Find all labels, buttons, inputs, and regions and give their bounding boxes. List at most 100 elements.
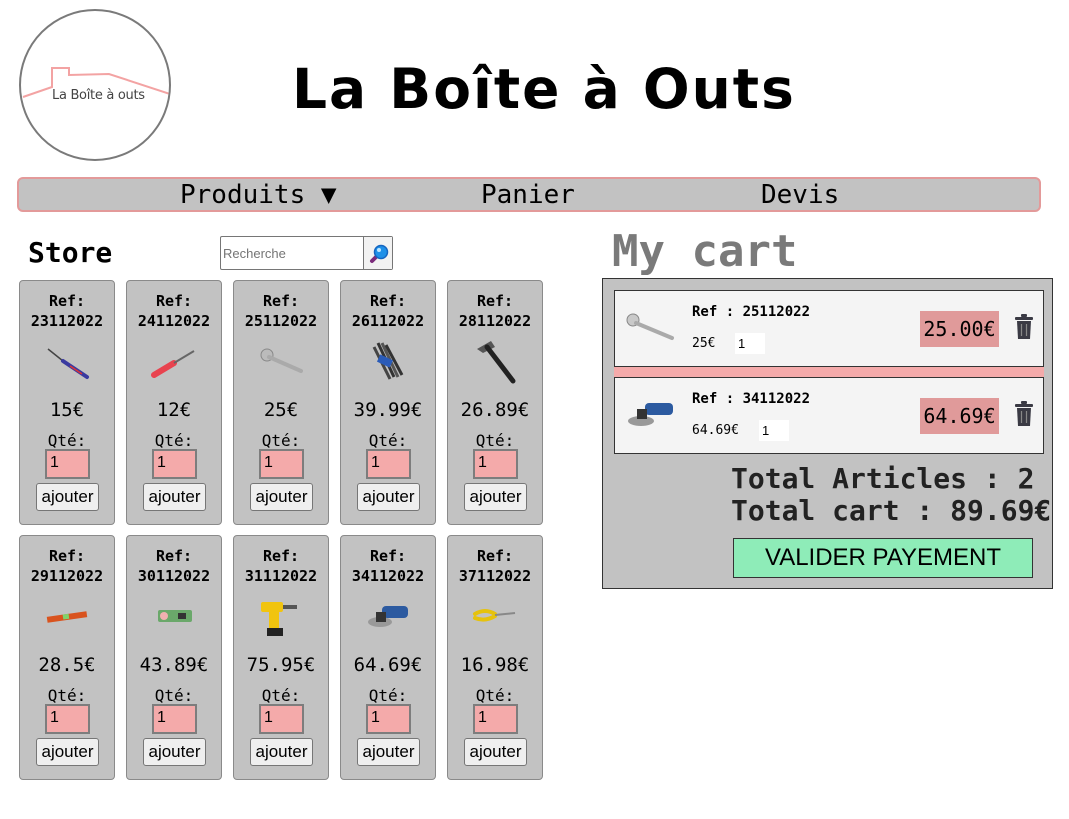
product-card: Ref: 28112022 26.89€ Qté: 1 ajouter bbox=[447, 280, 543, 525]
product-ref: 37112022 bbox=[458, 567, 532, 585]
house-roof-icon bbox=[22, 67, 169, 98]
product-ref: 34112022 bbox=[351, 567, 425, 585]
total-cart: Total cart : 89.69€ bbox=[731, 494, 1052, 527]
product-card: Ref: 37112022 16.98€ Qté: 1 ajouter bbox=[447, 535, 543, 780]
cart-item-separator bbox=[614, 367, 1044, 377]
product-card: Ref: 25112022 25€ Qté: 1 ajouter bbox=[233, 280, 329, 525]
product-ref-label: Ref: bbox=[476, 547, 514, 565]
product-price: 39.99€ bbox=[353, 399, 423, 421]
product-ref: 25112022 bbox=[244, 312, 318, 330]
product-ref: 31112022 bbox=[244, 567, 318, 585]
validate-payment-button[interactable]: VALIDER PAYEMENT bbox=[733, 538, 1033, 578]
product-price: 12€ bbox=[156, 399, 192, 421]
qty-label: Qté: bbox=[475, 431, 515, 450]
total-articles: Total Articles : 2 bbox=[731, 462, 1035, 495]
qty-label: Qté: bbox=[47, 431, 87, 450]
site-title: La Boîte à Outs bbox=[292, 57, 796, 121]
store-title: Store bbox=[28, 236, 113, 269]
product-ref: 30112022 bbox=[137, 567, 211, 585]
qty-input[interactable]: 1 bbox=[259, 704, 304, 734]
cart-title: My cart bbox=[612, 226, 798, 277]
circuit-tester-icon bbox=[158, 610, 192, 622]
search-input[interactable] bbox=[221, 237, 363, 269]
product-price: 43.89€ bbox=[139, 654, 209, 676]
add-to-cart-button[interactable]: ajouter bbox=[143, 483, 206, 511]
product-ref-label: Ref: bbox=[155, 292, 193, 310]
qty-input[interactable]: 1 bbox=[45, 704, 90, 734]
qty-input[interactable]: 1 bbox=[152, 704, 197, 734]
cart-item-total: 64.69€ bbox=[920, 398, 999, 434]
product-price: 16.98€ bbox=[460, 654, 530, 676]
product-ref-label: Ref: bbox=[369, 292, 407, 310]
product-card: Ref: 31112022 75.95€ Qté: 1 ajouter bbox=[233, 535, 329, 780]
product-card: Ref: 29112022 28.5€ Qté: 1 ajouter bbox=[19, 535, 115, 780]
search-box bbox=[220, 236, 393, 270]
hammer-icon bbox=[477, 341, 516, 384]
qty-label: Qté: bbox=[47, 686, 87, 705]
angle-grinder-icon bbox=[628, 403, 673, 426]
qty-label: Qté: bbox=[368, 686, 408, 705]
main-navbar: Produits ▼ Panier Devis bbox=[17, 177, 1041, 212]
product-ref: 24112022 bbox=[137, 312, 211, 330]
cart-item-qty-input[interactable]: 1 bbox=[735, 333, 765, 354]
trash-icon[interactable] bbox=[1014, 314, 1034, 340]
qty-input[interactable]: 1 bbox=[473, 449, 518, 479]
add-to-cart-button[interactable]: ajouter bbox=[36, 738, 99, 766]
qty-input[interactable]: 1 bbox=[45, 449, 90, 479]
product-price: 25€ bbox=[263, 399, 299, 421]
pliers-icon bbox=[473, 609, 516, 622]
add-to-cart-button[interactable]: ajouter bbox=[464, 738, 527, 766]
product-ref-label: Ref: bbox=[369, 547, 407, 565]
product-ref: 26112022 bbox=[351, 312, 425, 330]
add-to-cart-button[interactable]: ajouter bbox=[357, 483, 420, 511]
trash-icon[interactable] bbox=[1014, 401, 1034, 427]
adjustable-wrench-icon bbox=[626, 313, 674, 340]
product-price: 26.89€ bbox=[460, 399, 530, 421]
search-button[interactable] bbox=[363, 237, 392, 269]
product-ref-label: Ref: bbox=[155, 547, 193, 565]
product-ref-label: Ref: bbox=[262, 292, 300, 310]
cart-item-total: 25.00€ bbox=[920, 311, 999, 347]
add-to-cart-button[interactable]: ajouter bbox=[250, 738, 313, 766]
qty-label: Qté: bbox=[261, 686, 301, 705]
cart-item-qty-input[interactable]: 1 bbox=[759, 420, 789, 441]
product-ref-label: Ref: bbox=[476, 292, 514, 310]
add-to-cart-button[interactable]: ajouter bbox=[357, 738, 420, 766]
site-logo[interactable]: La Boîte à outs bbox=[19, 9, 171, 161]
product-ref: 28112022 bbox=[458, 312, 532, 330]
qty-input[interactable]: 1 bbox=[473, 704, 518, 734]
qty-label: Qté: bbox=[475, 686, 515, 705]
product-price: 28.5€ bbox=[38, 654, 96, 676]
cart-item: Ref : 34112022 64.69€ 1 64.69€ bbox=[614, 377, 1044, 454]
screwdriver-icon bbox=[47, 348, 89, 379]
nav-panier[interactable]: Panier bbox=[481, 179, 575, 212]
qty-input[interactable]: 1 bbox=[366, 704, 411, 734]
product-ref-label: Ref: bbox=[48, 547, 86, 565]
add-to-cart-button[interactable]: ajouter bbox=[464, 483, 527, 511]
nav-devis[interactable]: Devis bbox=[761, 179, 839, 212]
cart-panel: Ref : 25112022 25€ 1 25.00€ Ref : 341120… bbox=[602, 278, 1053, 589]
angle-grinder-icon bbox=[368, 606, 408, 627]
hex-key-set-icon bbox=[372, 342, 404, 380]
qty-label: Qté: bbox=[154, 431, 194, 450]
add-to-cart-button[interactable]: ajouter bbox=[250, 483, 313, 511]
nav-produits[interactable]: Produits ▼ bbox=[180, 179, 337, 212]
screwdriver-icon bbox=[151, 350, 195, 378]
add-to-cart-button[interactable]: ajouter bbox=[36, 483, 99, 511]
product-price: 75.95€ bbox=[246, 654, 316, 676]
cart-item-unit-price: 64.69€ bbox=[692, 423, 739, 438]
qty-input[interactable]: 1 bbox=[152, 449, 197, 479]
logo-text: La Boîte à outs bbox=[52, 88, 145, 103]
qty-label: Qté: bbox=[154, 686, 194, 705]
qty-input[interactable]: 1 bbox=[259, 449, 304, 479]
qty-label: Qté: bbox=[261, 431, 301, 450]
qty-input[interactable]: 1 bbox=[366, 449, 411, 479]
magnifier-icon bbox=[370, 244, 389, 263]
cart-item-ref: Ref : 25112022 bbox=[692, 304, 811, 320]
product-ref: 29112022 bbox=[30, 567, 104, 585]
cordless-drill-icon bbox=[261, 602, 297, 636]
product-card: Ref: 23112022 15€ Qté: 1 ajouter bbox=[19, 280, 115, 525]
product-ref-label: Ref: bbox=[262, 547, 300, 565]
product-price: 15€ bbox=[49, 399, 85, 421]
add-to-cart-button[interactable]: ajouter bbox=[143, 738, 206, 766]
